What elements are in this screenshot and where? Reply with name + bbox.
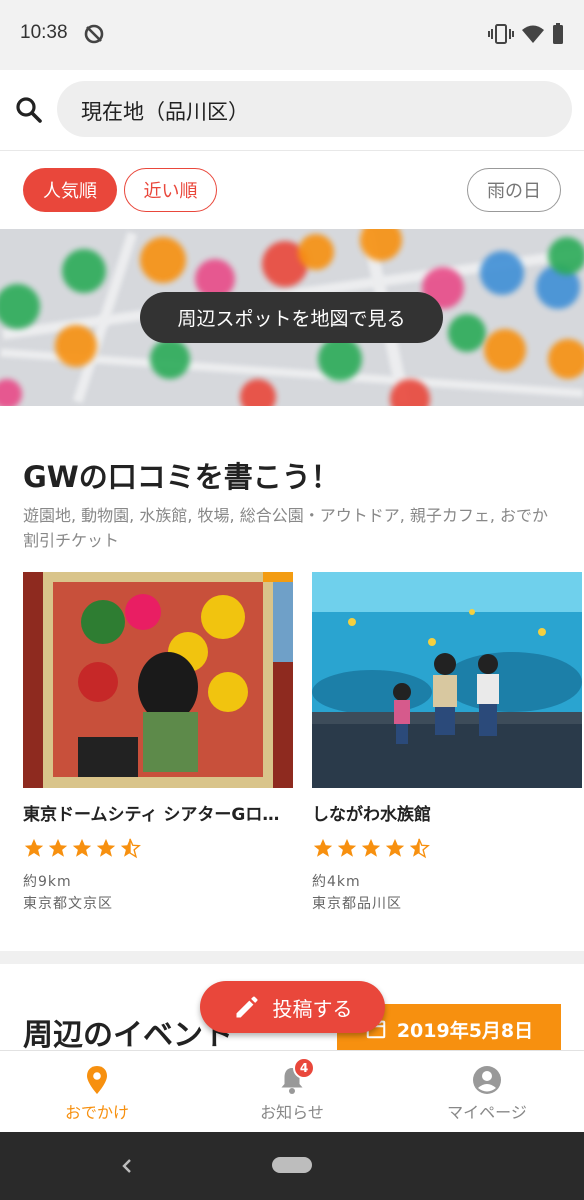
star-full-icon [361, 838, 381, 857]
sync-off-icon [83, 22, 105, 50]
nav-outing-label: おでかけ [64, 1103, 129, 1122]
location-search-value: 現在地（品川区） [81, 100, 249, 124]
status-time: 10:38 [20, 22, 68, 43]
star-half-icon [120, 838, 141, 859]
spot-distance: 約9km [23, 874, 72, 890]
pencil-icon [236, 996, 258, 1018]
spot-name: しながわ水族館 [312, 805, 431, 825]
nav-notifications[interactable]: 4 お知らせ [195, 1051, 389, 1133]
location-pin-icon [85, 1065, 109, 1095]
search-button[interactable] [12, 92, 48, 128]
spot-area: 東京都品川区 [312, 896, 402, 912]
gw-review-section: GWの口コミを書こう！ 遊園地, 動物園, 水族館, 牧場, 総合公園・アウトド… [0, 406, 584, 951]
review-categories: 遊園地, 動物園, 水族館, 牧場, 総合公園・アウトドア, 親子カフェ, おで… [23, 503, 584, 553]
spot-photo [23, 572, 293, 788]
spot-area: 東京都文京区 [23, 896, 113, 912]
star-rating [23, 837, 293, 861]
review-categories-line1: 遊園地, 動物園, 水族館, 牧場, 総合公園・アウトドア, 親子カフェ, おで… [23, 506, 549, 525]
event-date-label: 2019年5月8日 [396, 1019, 534, 1042]
map-preview[interactable]: 周辺スポットを地図で見る [0, 229, 584, 406]
spot-name: 東京ドームシティ シアターGロッソ [23, 805, 285, 825]
account-icon [472, 1065, 502, 1095]
nav-notifications-label: お知らせ [260, 1103, 324, 1122]
nav-outing[interactable]: おでかけ [0, 1051, 194, 1133]
star-full-icon [48, 838, 68, 857]
system-navigation-bar [0, 1132, 584, 1200]
sort-popular-chip[interactable]: 人気順 [23, 168, 117, 212]
star-full-icon [385, 838, 405, 857]
spot-card[interactable]: しながわ水族館 約4km 東京都品川区 [312, 572, 582, 913]
star-full-icon [96, 838, 116, 857]
view-map-button[interactable]: 周辺スポットを地図で見る [140, 292, 443, 343]
nav-mypage-label: マイページ [447, 1103, 527, 1122]
review-section-title: GWの口コミを書こう！ [23, 460, 340, 494]
post-review-button[interactable]: 投稿する [200, 981, 385, 1033]
sort-nearby-chip[interactable]: 近い順 [124, 168, 217, 212]
star-full-icon [24, 838, 44, 857]
sort-filter-bar: 人気順 近い順 雨の日 [0, 150, 584, 229]
star-full-icon [313, 838, 333, 857]
nav-mypage[interactable]: マイページ [390, 1051, 584, 1133]
spot-photo [312, 572, 582, 788]
notification-badge: 4 [293, 1057, 315, 1079]
star-rating [312, 837, 582, 861]
location-search-field[interactable]: 現在地（品川区） [57, 81, 572, 137]
back-button[interactable] [117, 1152, 137, 1184]
vibrate-icon [488, 22, 514, 50]
post-review-label: 投稿する [272, 996, 353, 1021]
star-half-icon [409, 838, 430, 859]
home-button[interactable] [272, 1157, 312, 1173]
status-bar: 10:38 [0, 0, 584, 70]
battery-icon [552, 22, 564, 50]
search-icon [16, 97, 42, 123]
rainy-day-chip[interactable]: 雨の日 [467, 168, 561, 212]
star-full-icon [337, 838, 357, 857]
chevron-left-icon [122, 1159, 131, 1173]
wifi-icon [521, 22, 545, 50]
search-header: 現在地（品川区） [0, 70, 584, 150]
star-full-icon [72, 838, 92, 857]
review-categories-line2: 割引チケット [23, 531, 120, 550]
spot-card[interactable]: 東京ドームシティ シアターGロッソ 約9km 東京都文京区 [23, 572, 293, 913]
spot-distance: 約4km [312, 874, 361, 890]
bell-icon: 4 [279, 1057, 315, 1095]
bottom-navigation: おでかけ 4 お知らせ マイページ [0, 1050, 584, 1132]
